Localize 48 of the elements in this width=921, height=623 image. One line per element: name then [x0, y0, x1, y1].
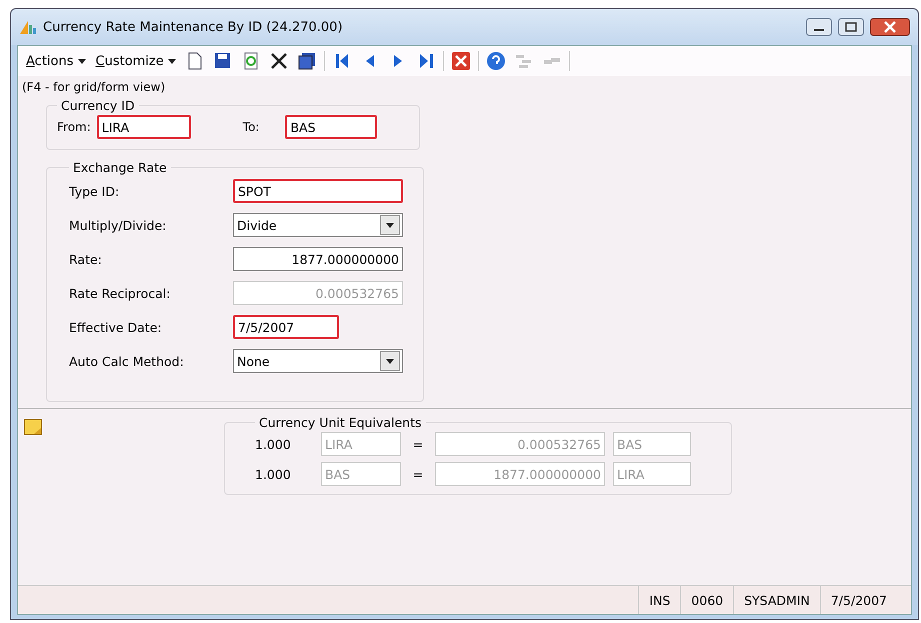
caret-icon [386, 222, 394, 228]
input-field[interactable]: 7/5/2007 [233, 315, 339, 339]
status-cell: INS [638, 586, 680, 614]
field-label: Multiply/Divide: [69, 218, 168, 232]
input-field[interactable]: 1877.000000000 [233, 247, 403, 271]
help-icon[interactable] [484, 50, 507, 72]
status-cell: SYSADMIN [733, 586, 820, 614]
status-cell: 0060 [680, 586, 734, 614]
caret-icon [78, 58, 86, 64]
group-title: Currency ID [60, 98, 136, 113]
status-cell: 7/5/2007 [820, 586, 897, 614]
maximize-button[interactable] [838, 18, 864, 36]
amount-text: 1.000 [255, 466, 292, 482]
menu-button[interactable]: Actions [24, 54, 88, 68]
group-title: Exchange Rate [72, 160, 168, 175]
input-field[interactable]: BAS [285, 115, 378, 139]
input-field[interactable]: SPOT [233, 179, 403, 203]
input-field: BAS [613, 432, 691, 456]
note-icon[interactable] [24, 419, 42, 435]
close-icon[interactable] [450, 50, 472, 72]
close-button[interactable] [870, 18, 910, 36]
caret-icon [168, 58, 176, 64]
input-field[interactable]: LIRA [96, 115, 191, 139]
input-field: 1877.000000000 [435, 462, 605, 486]
dropdown[interactable]: None [233, 349, 403, 373]
input-field: LIRA [321, 432, 401, 456]
amount-text: 1.000 [255, 436, 292, 452]
input-field: 0.000532765 [435, 432, 605, 456]
hint-text: (F4 - for grid/form view) [22, 80, 166, 94]
dropdown[interactable]: Divide [233, 213, 403, 237]
field-label: Rate: [69, 252, 103, 266]
minimize-button[interactable] [806, 18, 832, 36]
app-logo-icon [19, 19, 37, 35]
field-label: Type ID: [69, 184, 120, 198]
equals-sign: = [412, 466, 424, 482]
field-label: Rate Reciprocal: [69, 286, 172, 300]
input-field: LIRA [613, 462, 691, 486]
equals-sign: = [412, 436, 424, 452]
menu-button[interactable]: Customize [94, 54, 178, 68]
field-label: Auto Calc Method: [69, 354, 185, 368]
field-label: To: [242, 120, 260, 134]
window-title: Currency Rate Maintenance By ID (24.270.00) [43, 20, 344, 34]
caret-icon [386, 358, 394, 364]
group-title: Currency Unit Equivalents [258, 415, 422, 430]
field-label: From: [57, 120, 91, 134]
field-label: Effective Date: [69, 320, 163, 334]
input-field: BAS [321, 462, 401, 486]
save-all-icon[interactable] [296, 50, 318, 72]
